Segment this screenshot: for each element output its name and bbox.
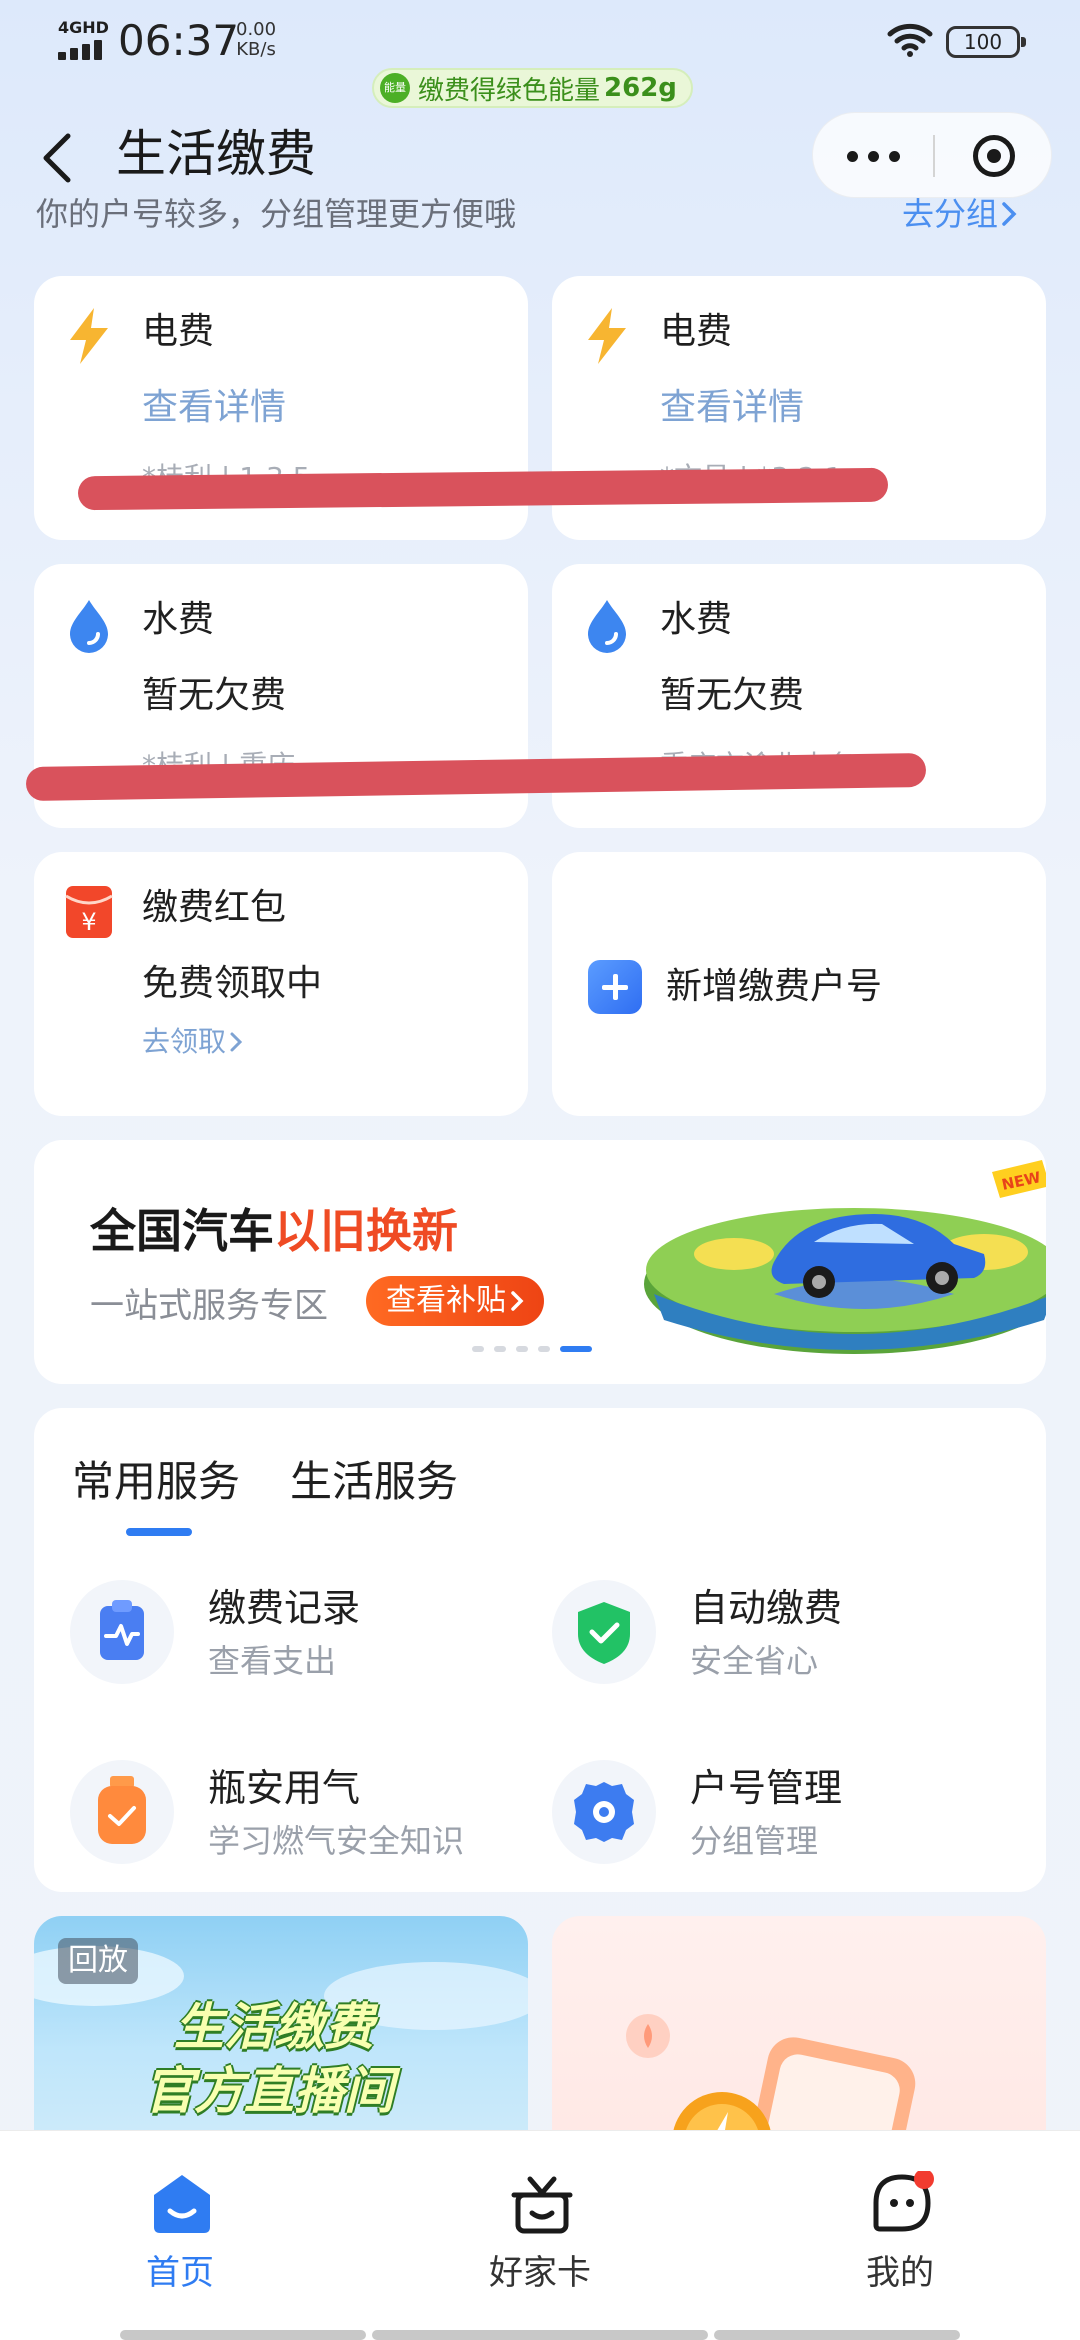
lightning-icon xyxy=(70,308,108,364)
green-energy-pill[interactable]: 能量 缴费得绿色能量 262g xyxy=(372,68,693,108)
chevron-right-icon xyxy=(1002,202,1017,226)
energy-text: 缴费得绿色能量 xyxy=(418,75,601,106)
miniprogram-capsule xyxy=(812,112,1052,198)
page-title: 生活缴费 xyxy=(116,125,316,183)
account-type: 水费 xyxy=(660,599,733,640)
energy-value: 262g xyxy=(604,73,677,103)
back-arrow-icon[interactable] xyxy=(28,118,88,198)
claim-link[interactable]: 去领取 xyxy=(142,1022,246,1062)
bottom-tab-bar: 首页 好家卡 我的 xyxy=(0,2130,1080,2340)
profile-icon xyxy=(873,2171,934,2232)
tab-home[interactable]: 首页 xyxy=(80,2171,280,2301)
group-link[interactable]: 去分组 xyxy=(902,190,1020,238)
red-packet-card[interactable]: ¥ 缴费红包 免费领取中 去领取 xyxy=(34,852,528,1116)
gesture-bar xyxy=(372,2330,708,2340)
home-icon xyxy=(154,2175,210,2233)
chevron-right-icon xyxy=(511,1291,524,1311)
svg-text:¥: ¥ xyxy=(81,908,96,936)
battery-indicator: 100 xyxy=(946,26,1026,58)
lightning-icon xyxy=(588,308,626,364)
gift-box-icon xyxy=(511,2176,573,2234)
livestream-title-line2: 官方直播间 xyxy=(144,2062,394,2120)
tab-profile[interactable]: 我的 xyxy=(800,2171,1000,2301)
wifi-icon xyxy=(887,23,933,57)
service-auto-pay[interactable]: 自动缴费 安全省心 xyxy=(552,1580,1032,1700)
car-island-illustration: NEW xyxy=(644,1160,1046,1354)
network-speed: 0.00 KB/s xyxy=(236,19,277,60)
gesture-bar xyxy=(120,2330,366,2340)
water-drop-icon xyxy=(588,600,626,653)
livestream-title-line1: 生活缴费 xyxy=(174,1998,374,2056)
account-type: 电费 xyxy=(660,311,733,352)
balance-status: 暂无欠费 xyxy=(660,675,805,716)
tab-life-services[interactable]: 生活服务 xyxy=(290,1452,458,1512)
gear-icon xyxy=(552,1760,656,1864)
view-details-link[interactable]: 查看详情 xyxy=(660,380,804,436)
replay-badge: 回放 xyxy=(58,1938,138,1984)
tab-common-services[interactable]: 常用服务 xyxy=(72,1452,240,1512)
energy-leaf-icon: 能量 xyxy=(380,73,410,103)
gesture-bar xyxy=(714,2330,960,2340)
clock: 06:37 xyxy=(118,16,240,65)
service-account-management[interactable]: 户号管理 分组管理 xyxy=(552,1760,1032,1880)
plus-icon xyxy=(588,960,642,1014)
miniprogram-close-icon[interactable] xyxy=(935,113,1053,199)
add-account-card[interactable]: 新增缴费户号 xyxy=(552,852,1046,1116)
services-panel: 常用服务 生活服务 缴费记录 查看支出 自动缴费 安全省心 瓶安用气 学习燃气安… xyxy=(34,1408,1046,1892)
tab-active-indicator xyxy=(126,1528,192,1536)
bill-record-icon xyxy=(70,1580,174,1684)
balance-status: 暂无欠费 xyxy=(142,675,287,716)
group-hint-text: 你的户号较多，分组管理更方便哦 xyxy=(36,195,517,233)
water-drop-icon xyxy=(70,600,108,653)
carousel-indicator xyxy=(472,1344,592,1354)
account-type: 电费 xyxy=(142,311,215,352)
view-subsidy-button[interactable]: 查看补贴 xyxy=(366,1276,544,1326)
account-type: 水费 xyxy=(142,599,215,640)
service-gas-safety[interactable]: 瓶安用气 学习燃气安全知识 xyxy=(70,1760,550,1880)
red-packet-icon: ¥ xyxy=(65,886,113,938)
banner-title: 全国汽车以旧换新 xyxy=(90,1204,458,1258)
chevron-right-icon xyxy=(230,1032,243,1052)
red-packet-status: 免费领取中 xyxy=(142,963,323,1004)
view-details-link[interactable]: 查看详情 xyxy=(142,380,286,436)
banner-subtitle: 一站式服务专区 xyxy=(90,1286,328,1326)
service-payment-records[interactable]: 缴费记录 查看支出 xyxy=(70,1580,550,1700)
red-packet-title: 缴费红包 xyxy=(142,887,287,928)
gas-tank-icon xyxy=(70,1760,174,1864)
car-trade-in-banner[interactable]: 全国汽车以旧换新 一站式服务专区 查看补贴 NEW xyxy=(34,1140,1046,1384)
shield-check-icon xyxy=(552,1580,656,1684)
network-type: 4GHD xyxy=(58,18,109,37)
add-account-label: 新增缴费户号 xyxy=(666,966,883,1007)
tab-family-card[interactable]: 好家卡 xyxy=(440,2171,640,2301)
more-dots-icon[interactable] xyxy=(813,113,933,199)
signal-icon xyxy=(58,38,106,60)
